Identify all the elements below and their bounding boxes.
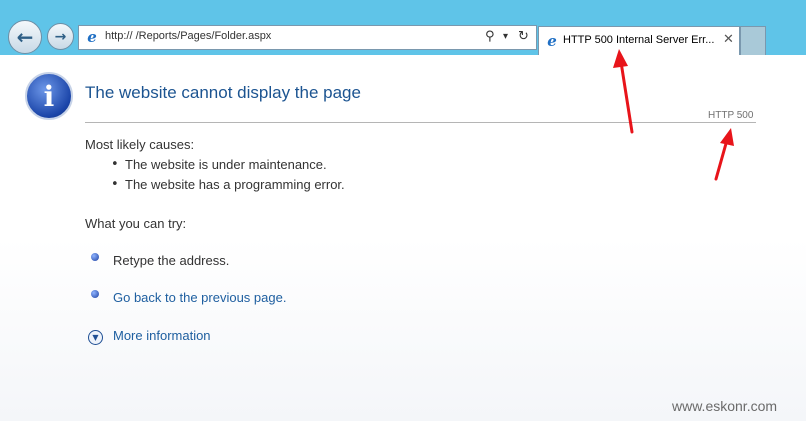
annotation-arrows xyxy=(613,49,734,181)
annotation-arrow xyxy=(619,60,634,134)
annotation-arrowhead xyxy=(720,128,734,146)
watermark: www.eskonr.com xyxy=(672,398,778,414)
annotation-arrow xyxy=(714,138,729,181)
annotation-arrowhead xyxy=(613,49,628,68)
